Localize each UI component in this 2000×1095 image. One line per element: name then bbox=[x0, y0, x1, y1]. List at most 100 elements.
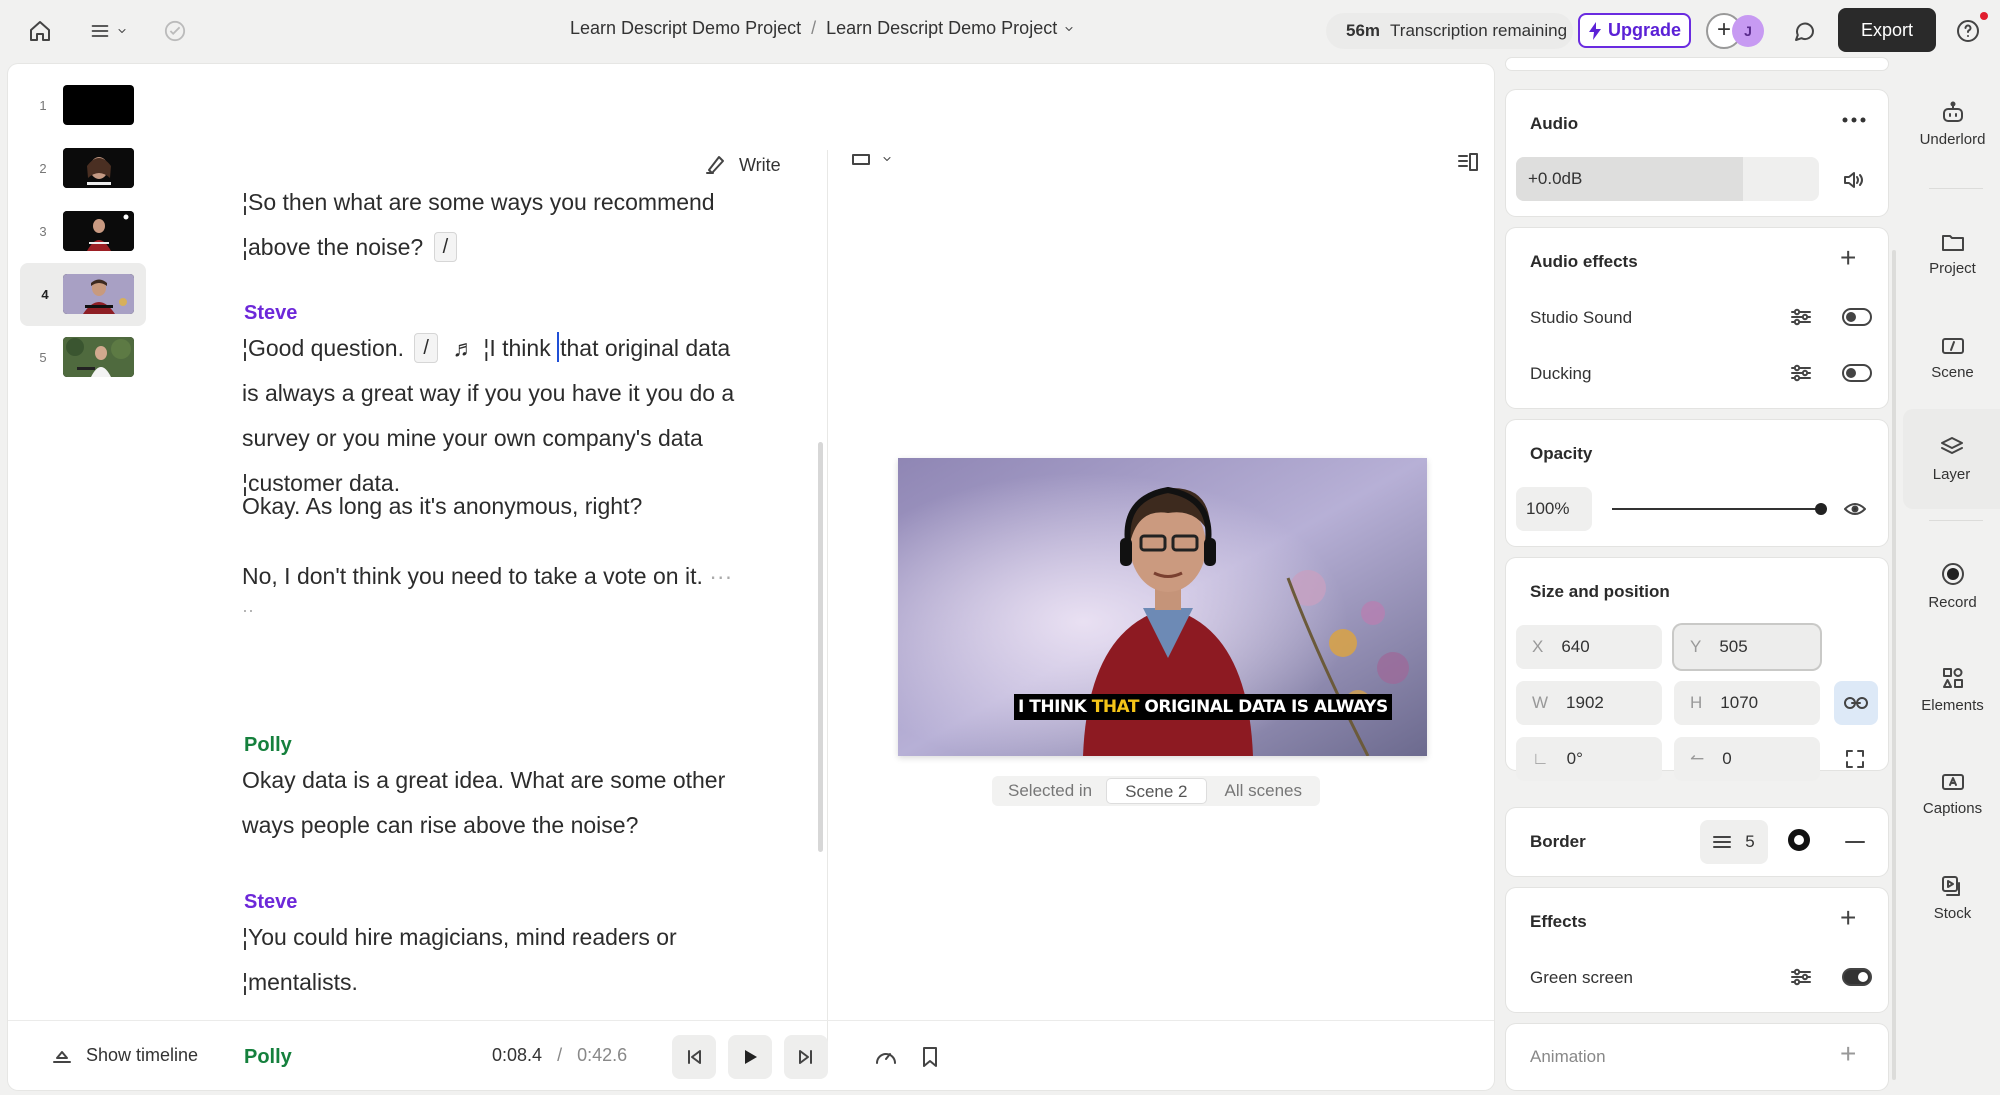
scene-number: 2 bbox=[39, 161, 47, 176]
opacity-slider-track[interactable] bbox=[1612, 508, 1822, 510]
scope-all-scenes-option[interactable]: All scenes bbox=[1207, 778, 1320, 804]
audio-title: Audio bbox=[1530, 114, 1579, 133]
breadcrumb-composition[interactable]: Learn Descript Demo Project bbox=[826, 18, 1075, 39]
sync-status-button[interactable] bbox=[160, 16, 190, 46]
chevron-down-icon bbox=[1065, 26, 1073, 31]
help-button[interactable] bbox=[1952, 15, 1984, 47]
scene-item[interactable]: 5 bbox=[18, 326, 148, 389]
scene-item-selected[interactable]: 4 bbox=[20, 263, 146, 326]
add-audio-effect-button[interactable]: + bbox=[1840, 244, 1856, 272]
more-icon[interactable]: ··· bbox=[709, 563, 732, 589]
rail-layer[interactable]: Layer bbox=[1903, 409, 2000, 509]
studio-sound-label: Studio Sound bbox=[1530, 308, 1633, 327]
script-paragraph[interactable]: No, I don't think you need to take a vot… bbox=[242, 554, 782, 621]
opacity-input[interactable]: 100% bbox=[1516, 487, 1592, 531]
rail-project[interactable]: Project bbox=[1905, 210, 2000, 298]
collaborators[interactable]: + J bbox=[1706, 13, 1766, 49]
scene-thumbnail bbox=[63, 274, 134, 314]
width-input[interactable]: W 1902 bbox=[1516, 681, 1662, 725]
skip-forward-button[interactable] bbox=[784, 1035, 828, 1079]
script-line: ways people can rise above the noise? bbox=[242, 812, 639, 838]
fit-frame-button[interactable] bbox=[1840, 744, 1870, 774]
animation-title: Animation bbox=[1530, 1047, 1606, 1066]
export-button[interactable]: Export bbox=[1838, 8, 1936, 52]
animation-card: Animation + bbox=[1506, 1024, 1888, 1090]
rail-captions[interactable]: Captions bbox=[1905, 750, 2000, 838]
gap-marker[interactable]: / bbox=[414, 333, 438, 363]
composition-title: Learn Descript Demo Project bbox=[826, 18, 1058, 38]
gap-marker[interactable]: / bbox=[433, 232, 458, 262]
audio-more-button[interactable] bbox=[1838, 106, 1870, 134]
speaker-label[interactable]: Steve bbox=[244, 891, 297, 914]
rail-elements[interactable]: Elements bbox=[1905, 646, 2000, 734]
visibility-button[interactable] bbox=[1840, 494, 1870, 524]
script-paragraph[interactable]: ¦Good question. / ♬ ¦I think that origina… bbox=[242, 326, 782, 506]
script-paragraph[interactable]: Okay data is a great idea. What are some… bbox=[242, 758, 782, 848]
border-width-input[interactable]: 5 bbox=[1700, 820, 1768, 864]
play-button[interactable] bbox=[728, 1035, 772, 1079]
green-screen-toggle[interactable] bbox=[1842, 968, 1872, 986]
lock-ratio-button[interactable] bbox=[1834, 681, 1878, 725]
playback-speed-button[interactable] bbox=[870, 1041, 902, 1073]
sliders-icon bbox=[1791, 968, 1811, 986]
bolt-icon bbox=[1588, 21, 1601, 40]
bookmark-button[interactable] bbox=[914, 1041, 946, 1073]
script-scrollbar[interactable] bbox=[818, 442, 823, 852]
ducking-toggle[interactable] bbox=[1842, 364, 1872, 382]
speaker-label[interactable]: Steve bbox=[244, 302, 297, 325]
studio-sound-settings-button[interactable] bbox=[1786, 302, 1816, 332]
script-editor[interactable]: ¦So then what are some ways you recommen… bbox=[176, 114, 816, 1074]
rail-underlord[interactable]: Underlord bbox=[1905, 80, 2000, 168]
remove-border-button[interactable] bbox=[1840, 827, 1870, 857]
script-line: ¦above the noise? / bbox=[242, 225, 782, 270]
rail-stock[interactable]: Stock bbox=[1905, 854, 2000, 942]
current-time: 0:08.4 bbox=[492, 1045, 543, 1065]
home-button[interactable] bbox=[22, 14, 58, 48]
music-icon[interactable]: ♬ bbox=[452, 335, 475, 361]
skip-back-button[interactable] bbox=[672, 1035, 716, 1079]
speaker-button[interactable] bbox=[1838, 164, 1870, 196]
opacity-slider-thumb[interactable] bbox=[1815, 503, 1827, 515]
comment-icon bbox=[1795, 22, 1814, 41]
rail-record[interactable]: Record bbox=[1905, 542, 2000, 630]
speaker-label[interactable]: Polly bbox=[244, 734, 292, 757]
properties-scrollbar[interactable] bbox=[1892, 250, 1896, 1080]
y-input[interactable]: Y 505 bbox=[1674, 625, 1820, 669]
upgrade-button[interactable]: Upgrade bbox=[1578, 13, 1691, 48]
canvas-layout-button[interactable] bbox=[851, 152, 893, 166]
rotation-input[interactable]: ∟ 0° bbox=[1516, 737, 1662, 781]
script-paragraph[interactable]: ¦You could hire magicians, mind readers … bbox=[242, 915, 782, 1005]
comments-button[interactable] bbox=[1786, 13, 1822, 49]
show-timeline-button[interactable]: Show timeline bbox=[52, 1045, 198, 1066]
transcription-remaining[interactable]: 56m Transcription remaining bbox=[1326, 13, 1573, 49]
scope-scene-option[interactable]: Scene 2 bbox=[1106, 778, 1207, 804]
add-animation-button[interactable]: + bbox=[1840, 1040, 1856, 1068]
corner-radius-input[interactable]: ↼ 0 bbox=[1674, 737, 1820, 781]
script-paragraph[interactable]: Okay. As long as it's anonymous, right? bbox=[242, 484, 782, 529]
avatar[interactable]: J bbox=[1732, 15, 1764, 47]
scene-item[interactable]: 1 bbox=[18, 74, 148, 137]
rail-label: Scene bbox=[1931, 363, 1974, 381]
caption-overlay[interactable]: I THINK THAT ORIGINAL DATA IS ALWAYS bbox=[1014, 694, 1392, 720]
scene-number: 5 bbox=[39, 350, 47, 365]
rail-scene[interactable]: Scene bbox=[1905, 314, 2000, 402]
chevron-down-icon bbox=[118, 29, 126, 33]
menu-button[interactable] bbox=[84, 14, 134, 48]
scene-item[interactable]: 3 bbox=[18, 200, 148, 263]
green-screen-settings-button[interactable] bbox=[1786, 962, 1816, 992]
toggle-panel-button[interactable] bbox=[1454, 148, 1482, 176]
video-preview[interactable]: I THINK THAT ORIGINAL DATA IS ALWAYS bbox=[898, 458, 1427, 756]
breadcrumb-project[interactable]: Learn Descript Demo Project bbox=[570, 18, 801, 39]
add-effect-button[interactable]: + bbox=[1840, 904, 1856, 932]
scene-item[interactable]: 2 bbox=[18, 137, 148, 200]
x-input[interactable]: X 640 bbox=[1516, 625, 1662, 669]
total-time: 0:42.6 bbox=[577, 1045, 628, 1065]
ducking-settings-button[interactable] bbox=[1786, 358, 1816, 388]
border-color-swatch[interactable] bbox=[1788, 829, 1810, 851]
height-input[interactable]: H 1070 bbox=[1674, 681, 1820, 725]
studio-sound-toggle[interactable] bbox=[1842, 308, 1872, 326]
volume-slider[interactable]: +0.0dB bbox=[1516, 157, 1819, 201]
script-paragraph[interactable]: ¦So then what are some ways you recommen… bbox=[242, 180, 782, 270]
aspect-ratio-icon bbox=[852, 154, 870, 165]
selected-in-label: Selected in bbox=[1008, 781, 1093, 800]
